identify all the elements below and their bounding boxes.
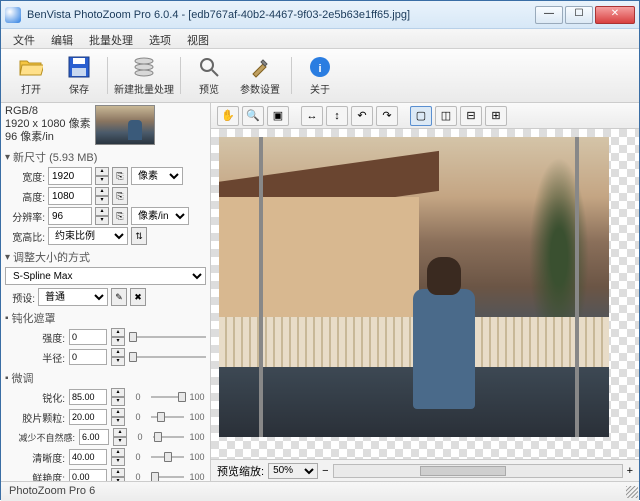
- menu-options[interactable]: 选项: [141, 29, 179, 48]
- rotate-cw-button[interactable]: ↷: [376, 106, 398, 126]
- zoom-label: 预览缩放:: [217, 463, 264, 479]
- app-icon: [5, 7, 21, 23]
- svg-text:i: i: [318, 63, 321, 75]
- artifact-input[interactable]: [79, 429, 109, 445]
- rotate-ccw-button[interactable]: ↶: [351, 106, 373, 126]
- resolution-input[interactable]: [48, 207, 92, 225]
- canvas-area[interactable]: [211, 129, 639, 459]
- menu-view[interactable]: 视图: [179, 29, 217, 48]
- viewer-footer: 预览缩放: 50% − +: [211, 459, 639, 481]
- unsharp-intensity-input[interactable]: [69, 329, 107, 345]
- aspect-select[interactable]: 约束比例: [48, 227, 128, 245]
- viewer-toolbar: ✋ 🔍 ▣ ↔ ↕ ↶ ↷ ▢ ◫ ⊟ ⊞: [211, 103, 639, 129]
- crop-tool[interactable]: ▣: [267, 106, 289, 126]
- flip-vertical-button[interactable]: ↕: [326, 106, 348, 126]
- height-input[interactable]: [48, 187, 92, 205]
- view-quad-button[interactable]: ⊞: [485, 106, 507, 126]
- link-aspect-button[interactable]: ⎘: [112, 167, 128, 185]
- grain-slider[interactable]: [151, 410, 184, 424]
- new-batch-button[interactable]: 新建批量处理: [112, 51, 176, 100]
- finetune-header: ▪ 微调: [5, 370, 206, 386]
- close-button[interactable]: ✕: [595, 6, 635, 24]
- newsize-header: ▾ 新尺寸 (5.93 MB): [5, 149, 206, 165]
- unsharp-radius-spinner[interactable]: ▴▾: [111, 348, 125, 366]
- vivid-slider[interactable]: [151, 470, 184, 481]
- menu-file[interactable]: 文件: [5, 29, 43, 48]
- link-aspect-button-2[interactable]: ⎘: [112, 187, 128, 205]
- resize-method-select[interactable]: S-Spline Max: [5, 267, 206, 285]
- minimize-button[interactable]: —: [535, 6, 563, 24]
- zoom-select[interactable]: 50%: [268, 463, 318, 479]
- magnifier-icon: [197, 55, 221, 79]
- unsharp-radius-input[interactable]: [69, 349, 107, 365]
- preview-button[interactable]: 预览: [185, 51, 233, 100]
- tools-icon: [248, 55, 272, 79]
- info-icon: i: [308, 55, 332, 79]
- sharpness-input[interactable]: [69, 389, 107, 405]
- zoom-tool[interactable]: 🔍: [242, 106, 264, 126]
- view-split-v-button[interactable]: ⊟: [460, 106, 482, 126]
- window-title: BenVista PhotoZoom Pro 6.0.4 - [edb767af…: [27, 9, 535, 21]
- menu-bar: 文件 编辑 批量处理 选项 视图: [1, 29, 639, 49]
- unsharp-intensity-slider[interactable]: [129, 330, 206, 344]
- floppy-disk-icon: [67, 55, 91, 79]
- aspect-toggle[interactable]: ⇅: [131, 227, 147, 245]
- sharpness-slider[interactable]: [151, 390, 184, 404]
- clarity-slider[interactable]: [151, 450, 184, 464]
- clarity-input[interactable]: [69, 449, 107, 465]
- title-bar: BenVista PhotoZoom Pro 6.0.4 - [edb767af…: [1, 1, 639, 29]
- about-button[interactable]: i 关于: [296, 51, 344, 100]
- save-button[interactable]: 保存: [55, 51, 103, 100]
- unsharp-intensity-spinner[interactable]: ▴▾: [111, 328, 125, 346]
- thumbnail[interactable]: [95, 105, 155, 145]
- res-link-button[interactable]: ⎘: [112, 207, 128, 225]
- zoom-out-icon[interactable]: −: [322, 465, 328, 477]
- zoom-in-icon[interactable]: +: [627, 465, 633, 477]
- preset-save-button[interactable]: ✎: [111, 288, 127, 306]
- resize-grip[interactable]: [626, 486, 638, 498]
- unsharp-radius-slider[interactable]: [129, 350, 206, 364]
- settings-sidebar: RGB/8 1920 x 1080 像素 96 像素/in ▾ 新尺寸 (5.9…: [1, 103, 211, 481]
- status-bar: PhotoZoom Pro 6: [1, 481, 639, 501]
- grain-input[interactable]: [69, 409, 107, 425]
- menu-batch[interactable]: 批量处理: [81, 29, 141, 48]
- main-toolbar: 打开 保存 新建批量处理 预览 参数设置 i 关于: [1, 49, 639, 103]
- view-single-button[interactable]: ▢: [410, 106, 432, 126]
- preview-image: [219, 137, 609, 437]
- preset-delete-button[interactable]: ✖: [130, 288, 146, 306]
- resize-method-header: ▾ 调整大小的方式: [5, 249, 206, 265]
- preview-pane: ✋ 🔍 ▣ ↔ ↕ ↶ ↷ ▢ ◫ ⊟ ⊞: [211, 103, 639, 481]
- height-spinner[interactable]: ▴▾: [95, 187, 109, 205]
- open-button[interactable]: 打开: [7, 51, 55, 100]
- batch-icon: [132, 55, 156, 79]
- maximize-button[interactable]: ☐: [565, 6, 593, 24]
- vivid-input[interactable]: [69, 469, 107, 481]
- image-info: RGB/8 1920 x 1080 像素 96 像素/in: [5, 105, 91, 145]
- folder-open-icon: [19, 55, 43, 79]
- resolution-spinner[interactable]: ▴▾: [95, 207, 109, 225]
- resolution-unit-select[interactable]: 像素/in: [131, 207, 189, 225]
- width-unit-select[interactable]: 像素: [131, 167, 183, 185]
- zoom-scrollbar[interactable]: [333, 464, 623, 478]
- view-split-h-button[interactable]: ◫: [435, 106, 457, 126]
- params-button[interactable]: 参数设置: [233, 51, 287, 100]
- artifact-slider[interactable]: [153, 430, 184, 444]
- menu-edit[interactable]: 编辑: [43, 29, 81, 48]
- width-input[interactable]: [48, 167, 92, 185]
- preset-select[interactable]: 普通: [38, 288, 108, 306]
- width-spinner[interactable]: ▴▾: [95, 167, 109, 185]
- flip-horizontal-button[interactable]: ↔: [301, 106, 323, 126]
- hand-tool[interactable]: ✋: [217, 106, 239, 126]
- unsharp-header: ▪ 钝化遮罩: [5, 310, 206, 326]
